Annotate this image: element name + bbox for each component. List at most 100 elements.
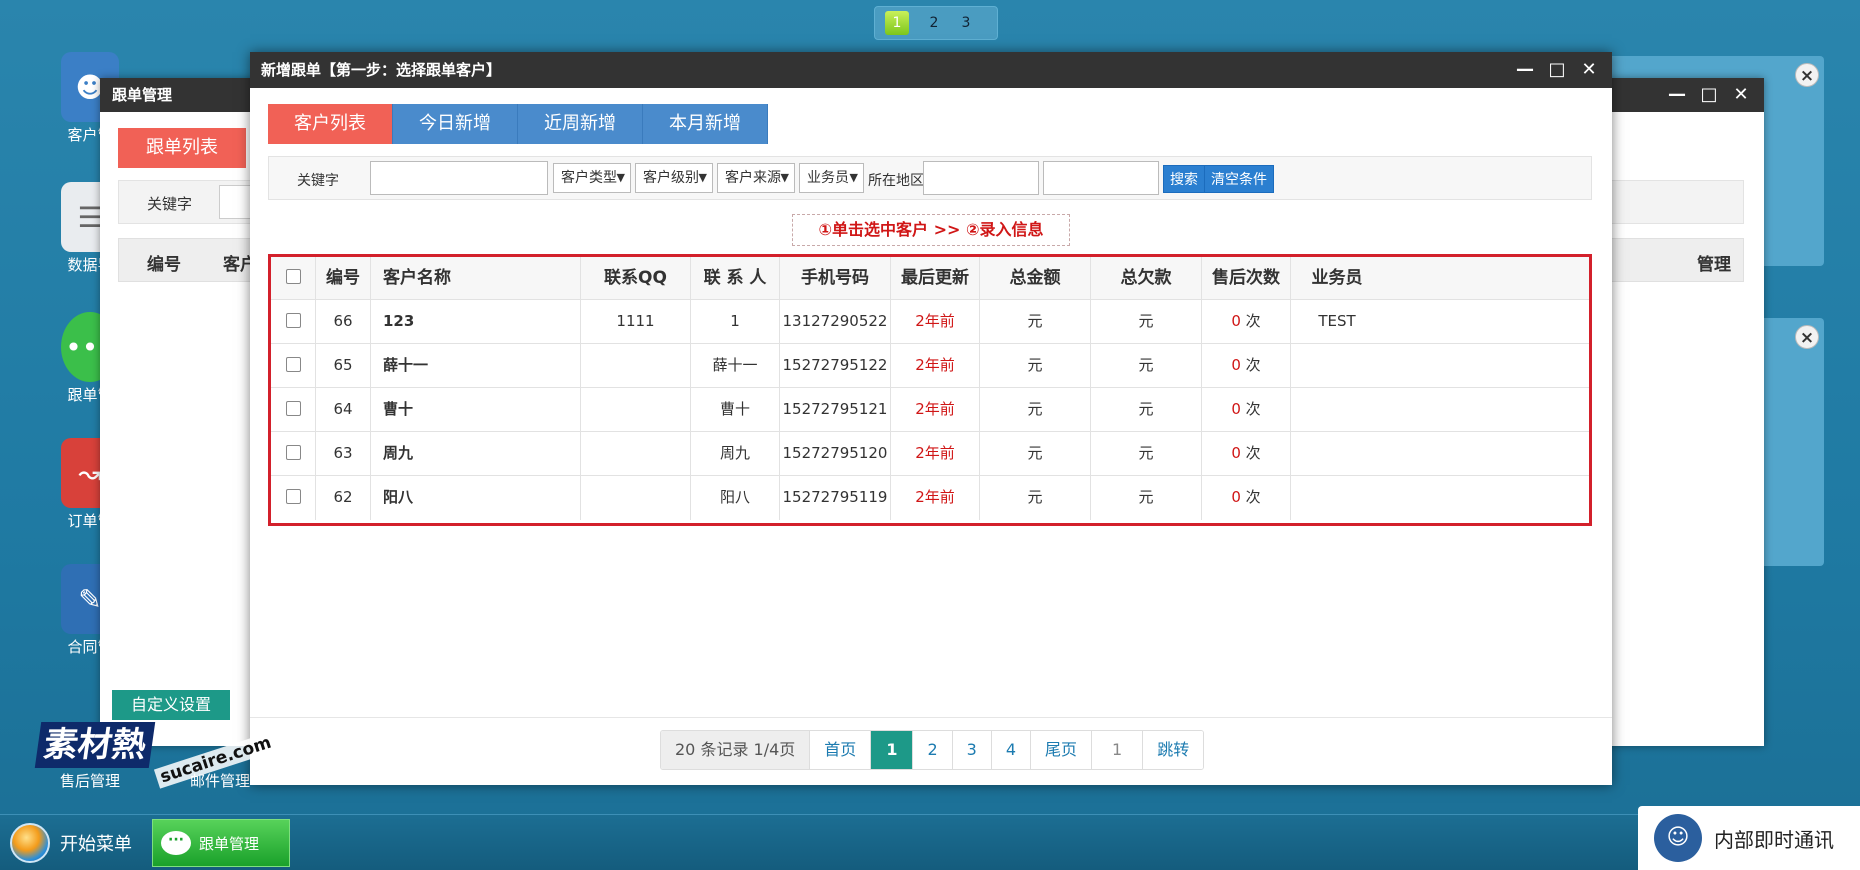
customer-type-select[interactable]: 客户类型 ▼ [553, 163, 631, 193]
column-header: 管理 [1697, 255, 1731, 275]
cell-debt: 元 [1091, 300, 1202, 343]
column-header: 业务员 [1311, 268, 1363, 288]
row-checkbox-cell [271, 476, 316, 520]
row-checkbox[interactable] [285, 400, 301, 416]
cell-staff [1291, 388, 1383, 431]
desktop-page-2[interactable]: 2 [927, 15, 941, 31]
tab-today-new[interactable]: 今日新增 [393, 104, 518, 144]
cell-id: 65 [316, 344, 371, 387]
record-count: 20 条记录 1/4页 [661, 731, 811, 769]
search-button[interactable]: 搜索 [1163, 165, 1205, 193]
cell-service-count: 0 次 [1202, 300, 1291, 343]
select-all-checkbox[interactable] [285, 269, 301, 284]
keyword-label: 关键字 [297, 173, 339, 189]
minimize-icon[interactable]: — [1668, 86, 1686, 104]
panel-close-icon[interactable]: × [1795, 63, 1819, 87]
instruction-hint: ①单击选中客户 >> ②录入信息 [792, 214, 1070, 246]
clear-conditions-button[interactable]: 清空条件 [1204, 165, 1274, 193]
table-header-row: 编号 客户名称 联系QQ 联 系 人 手机号码 最后更新 总金额 总欠款 售后次… [271, 257, 1589, 300]
keyword-input[interactable] [370, 161, 548, 195]
first-page-button[interactable]: 首页 [810, 731, 872, 769]
minimize-icon[interactable]: — [1516, 61, 1534, 79]
last-page-button[interactable]: 尾页 [1031, 731, 1093, 769]
customer-level-select[interactable]: 客户级别 ▼ [635, 163, 713, 193]
row-checkbox[interactable] [285, 488, 301, 504]
cell-service-count: 0 次 [1202, 432, 1291, 475]
cell-id: 62 [316, 476, 371, 520]
row-checkbox[interactable] [285, 444, 301, 460]
cell-staff: TEST [1318, 312, 1356, 330]
pagination: 20 条记录 1/4页 首页 1 2 3 4 尾页 1 跳转 [660, 730, 1205, 770]
cell-contact: 薛十一 [691, 344, 780, 387]
column-header: 联 系 人 [691, 257, 780, 299]
row-checkbox-cell [271, 432, 316, 475]
row-checkbox[interactable] [285, 312, 301, 328]
new-followup-titlebar[interactable]: 新增跟单【第一步：选择跟单客户】 — □ ✕ [250, 52, 1612, 88]
cell-qq [581, 344, 691, 387]
jump-button[interactable]: 跳转 [1143, 731, 1204, 769]
table-row[interactable]: 62 阳八 阳八 15272795119 2年前 元 元 0 次 [271, 476, 1589, 520]
cell-updated: 2年前 [891, 300, 980, 343]
cell-customer-name: 曹十 [371, 388, 581, 431]
tab-month-new[interactable]: 本月新增 [643, 104, 768, 144]
cell-debt: 元 [1091, 344, 1202, 387]
maximize-icon[interactable]: □ [1700, 86, 1718, 104]
column-header: 编号 [147, 255, 181, 275]
cell-total: 元 [980, 344, 1091, 387]
table-row[interactable]: 63 周九 周九 15272795120 2年前 元 元 0 次 [271, 432, 1589, 476]
tab-customer-list[interactable]: 客户列表 [268, 104, 393, 144]
cell-phone: 15272795119 [780, 476, 891, 520]
cell-contact: 阳八 [691, 476, 780, 520]
customer-source-select[interactable]: 客户来源 ▼ [717, 163, 795, 193]
cell-service-count: 0 次 [1202, 344, 1291, 387]
cell-total: 元 [980, 300, 1091, 343]
salesperson-select[interactable]: 业务员 ▼ [799, 163, 864, 193]
start-menu-label: 开始菜单 [60, 834, 132, 855]
chevron-down-icon: ▼ [849, 171, 858, 184]
jump-page-input[interactable]: 1 [1092, 731, 1144, 769]
table-row[interactable]: 66 123 1111 1 13127290522 2年前 元 元 0 次 TE… [271, 300, 1589, 344]
select-all-cell [271, 257, 316, 299]
cell-contact: 周九 [691, 432, 780, 475]
table-row[interactable]: 65 薛十一 薛十一 15272795122 2年前 元 元 0 次 [271, 344, 1589, 388]
chevron-down-icon: ▼ [780, 171, 789, 184]
page-2-button[interactable]: 2 [913, 731, 953, 769]
page-3-button[interactable]: 3 [952, 731, 992, 769]
cell-phone: 15272795122 [780, 344, 891, 387]
tab-week-new[interactable]: 近周新增 [518, 104, 643, 144]
page-1-button[interactable]: 1 [871, 731, 914, 769]
region-city-input[interactable] [1043, 161, 1159, 195]
column-header: 手机号码 [780, 257, 891, 299]
desktop-page-1[interactable]: 1 [885, 11, 909, 35]
cell-contact: 曹十 [691, 388, 780, 431]
panel-close-icon[interactable]: × [1795, 325, 1819, 349]
row-checkbox[interactable] [285, 356, 301, 372]
cell-debt: 元 [1091, 388, 1202, 431]
internal-im-button[interactable]: ☺ 内部即时通讯 [1638, 806, 1860, 870]
cell-id: 63 [316, 432, 371, 475]
region-province-input[interactable] [923, 161, 1039, 195]
close-icon[interactable]: ✕ [1580, 61, 1598, 79]
custom-settings-button[interactable]: 自定义设置 [112, 690, 230, 720]
column-header: 客户名称 [371, 257, 581, 299]
row-checkbox-cell [271, 388, 316, 431]
avatar-icon: ☺ [1654, 814, 1702, 862]
cell-updated: 2年前 [891, 344, 980, 387]
table-row[interactable]: 64 曹十 曹十 15272795121 2年前 元 元 0 次 [271, 388, 1589, 432]
cell-customer-name: 阳八 [371, 476, 581, 520]
cell-debt: 元 [1091, 476, 1202, 520]
start-menu-button[interactable]: 开始菜单 [10, 823, 132, 863]
column-header: 售后次数 [1202, 257, 1291, 299]
close-icon[interactable]: ✕ [1732, 86, 1750, 104]
taskbar-item-followup[interactable]: ··· 跟单管理 [152, 819, 290, 867]
row-checkbox-cell [271, 300, 316, 343]
maximize-icon[interactable]: □ [1548, 61, 1566, 79]
tab-followup-list[interactable]: 跟单列表 [118, 128, 246, 168]
page-4-button[interactable]: 4 [991, 731, 1032, 769]
watermark-logo: 素材熱 sucaire.com [34, 722, 278, 792]
desktop-page-3[interactable]: 3 [959, 15, 973, 31]
im-label: 内部即时通讯 [1714, 827, 1834, 852]
column-header: 编号 [316, 257, 371, 299]
cell-updated: 2年前 [891, 476, 980, 520]
chat-bubble-icon: ··· [161, 831, 191, 855]
